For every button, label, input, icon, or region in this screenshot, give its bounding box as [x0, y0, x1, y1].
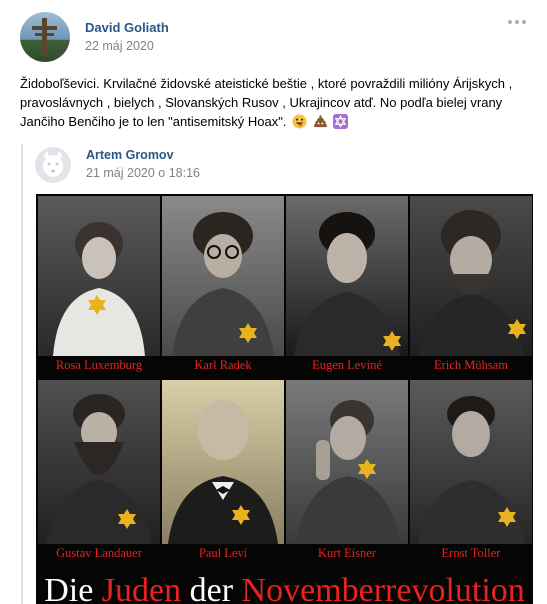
repost-image[interactable]: Rosa Luxemburg Karl Radek Eugen Leviné E…: [36, 194, 533, 604]
yellow-star-icon: [358, 459, 376, 479]
banner-part: Die: [44, 572, 102, 604]
banner-part: Novemberrevolution: [241, 572, 525, 604]
image-banner-title: Die Juden der Novemberrevolution: [36, 574, 533, 604]
dog-avatar-icon: [43, 151, 63, 177]
yellow-star-icon: [232, 505, 250, 525]
repost-block: Artem Gromov 21 máj 2020 o 18:16 Rosa Lu…: [21, 144, 536, 604]
post-date[interactable]: 22 máj 2020: [85, 39, 154, 53]
cross-avatar-icon: [32, 18, 57, 56]
repost-author-name[interactable]: Artem Gromov: [86, 148, 174, 162]
star-of-david-emoji-icon: [333, 114, 349, 129]
more-options-icon[interactable]: [508, 20, 528, 30]
yellow-star-icon: [118, 509, 136, 529]
banner-part: der: [181, 572, 242, 604]
repost-author-avatar[interactable]: [35, 147, 71, 183]
yellow-star-icon: [498, 507, 516, 527]
portrait-name: Gustav Landauer: [56, 546, 142, 560]
yellow-star-icon: [239, 323, 257, 343]
author-avatar[interactable]: [20, 12, 70, 62]
portrait-name: Eugen Leviné: [312, 358, 382, 372]
portrait-tile: [410, 196, 532, 356]
portrait-figure: [296, 400, 400, 544]
portrait-tile: [286, 380, 408, 544]
portrait-name: Rosa Luxemburg: [55, 358, 143, 372]
portrait-tile: [162, 380, 284, 544]
portrait-tile: [410, 380, 532, 544]
poop-emoji-icon: [313, 114, 327, 128]
post-text: Židoboľševici. Krvilačné židovské ateist…: [20, 74, 535, 131]
repost-date[interactable]: 21 máj 2020 o 18:16: [86, 166, 200, 180]
portrait-name: Erich Mühsam: [434, 358, 508, 372]
portrait-name: Paul Levi: [198, 546, 248, 560]
portrait-name: Kurt Eisner: [318, 546, 376, 560]
portrait-figure: [53, 222, 145, 356]
portrait-figure: [168, 400, 278, 544]
post-body: Židoboľševici. Krvilačné židovské ateist…: [20, 76, 513, 129]
portrait-tile: [38, 196, 160, 356]
portrait-tile: [286, 196, 408, 356]
banner-part: Juden: [101, 572, 182, 604]
yellow-star-icon: [383, 331, 401, 351]
portrait-figure: [172, 212, 274, 356]
grinning-tongue-emoji-icon: [292, 114, 307, 129]
yellow-star-icon: [508, 319, 526, 339]
portrait-tile: [38, 380, 160, 544]
post-author-name[interactable]: David Goliath: [85, 20, 169, 35]
portrait-tile: [162, 196, 284, 356]
portrait-name: Karl Radek: [194, 358, 252, 372]
portrait-figure: [46, 394, 152, 544]
yellow-star-icon: [88, 295, 106, 315]
portrait-name: Ernst Toller: [441, 546, 501, 560]
